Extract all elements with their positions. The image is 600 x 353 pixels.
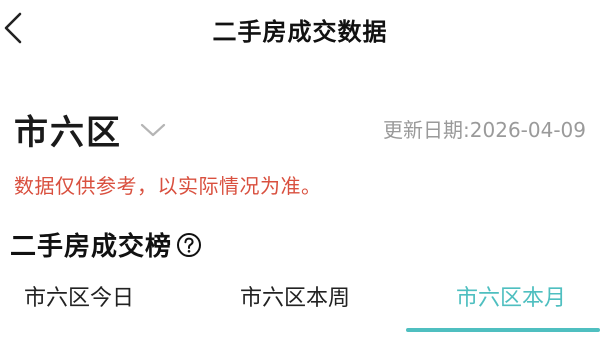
period-tabs: 市六区今日 市六区本周 市六区本月 <box>0 270 600 332</box>
ranking-title: 二手房成交榜 <box>10 232 173 262</box>
question-circle-icon[interactable] <box>176 232 202 258</box>
ranking-header: 二手房成交榜 <box>10 226 202 263</box>
district-selector[interactable]: 市六区 <box>14 104 166 154</box>
top-bar: 二手房成交数据 <box>0 0 600 60</box>
active-tab-indicator <box>406 328 600 332</box>
page-title: 二手房成交数据 <box>212 18 388 46</box>
tab-month[interactable]: 市六区本月 <box>456 280 566 312</box>
disclaimer-notice: 数据仅供参考，以实际情况为准。 <box>14 174 322 198</box>
update-date: 更新日期:2026-04-09 <box>383 118 586 142</box>
district-name: 市六区 <box>14 112 122 153</box>
tab-week[interactable]: 市六区本周 <box>240 280 350 312</box>
tab-today[interactable]: 市六区今日 <box>24 280 134 312</box>
chevron-down-icon <box>140 123 166 137</box>
